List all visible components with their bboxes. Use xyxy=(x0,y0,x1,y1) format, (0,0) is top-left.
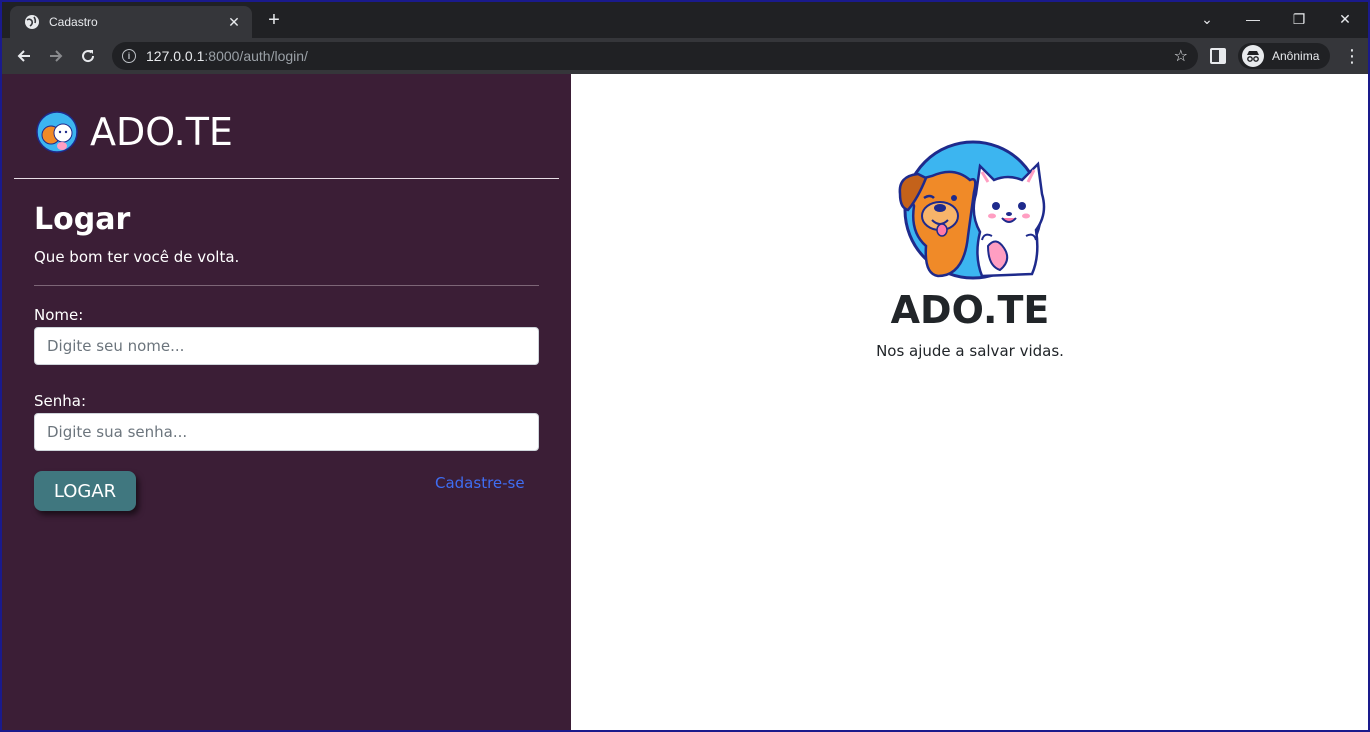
close-window-icon[interactable]: ✕ xyxy=(1322,2,1368,36)
forward-icon[interactable] xyxy=(40,40,72,72)
new-tab-button[interactable]: + xyxy=(262,8,286,32)
name-input[interactable] xyxy=(34,327,539,365)
register-link[interactable]: Cadastre-se xyxy=(435,474,525,492)
browser-tab-bar: Cadastro ✕ + ⌄ — ❐ ✕ xyxy=(2,2,1368,38)
brand-name: ADO.TE xyxy=(90,110,233,154)
restore-icon[interactable]: ❐ xyxy=(1276,2,1322,36)
divider xyxy=(14,178,559,179)
star-icon[interactable]: ☆ xyxy=(1174,46,1188,66)
page-title: Logar xyxy=(34,202,131,237)
browser-tab[interactable]: Cadastro ✕ xyxy=(10,6,252,38)
name-label: Nome: xyxy=(34,306,84,324)
globe-icon xyxy=(24,14,40,30)
brand-logo-icon xyxy=(36,111,78,153)
hero-subtitle: Nos ajude a salvar vidas. xyxy=(876,342,1064,360)
reload-icon[interactable] xyxy=(72,40,104,72)
incognito-icon xyxy=(1242,45,1264,67)
kebab-menu-icon[interactable]: ⋮ xyxy=(1340,44,1364,68)
login-panel: ADO.TE Logar Que bom ter você de volta. … xyxy=(2,74,571,730)
page-viewport: ADO.TE Logar Que bom ter você de volta. … xyxy=(2,74,1368,730)
tab-search-icon[interactable]: ⌄ xyxy=(1184,2,1230,36)
tab-close-icon[interactable]: ✕ xyxy=(226,14,242,31)
tab-title: Cadastro xyxy=(49,15,98,29)
back-icon[interactable] xyxy=(8,40,40,72)
divider xyxy=(34,285,539,286)
browser-toolbar: i 127.0.0.1:8000/auth/login/ ☆ Anônima ⋮ xyxy=(2,38,1368,74)
url-path: :8000/auth/login/ xyxy=(204,48,308,64)
profile-label: Anônima xyxy=(1272,49,1320,63)
hero-title: ADO.TE xyxy=(890,288,1050,332)
address-bar[interactable]: i 127.0.0.1:8000/auth/login/ ☆ xyxy=(112,42,1198,70)
side-panel-icon[interactable] xyxy=(1210,48,1226,64)
info-icon[interactable]: i xyxy=(122,49,136,63)
minimize-icon[interactable]: — xyxy=(1230,2,1276,36)
password-input[interactable] xyxy=(34,413,539,451)
profile-button[interactable]: Anônima xyxy=(1238,43,1330,69)
brand: ADO.TE xyxy=(36,110,233,154)
url-host: 127.0.0.1 xyxy=(146,48,205,64)
password-label: Senha: xyxy=(34,392,87,410)
login-button[interactable]: LOGAR xyxy=(34,471,136,511)
hero-logo-icon xyxy=(898,140,1046,280)
page-subtitle: Que bom ter você de volta. xyxy=(34,248,240,266)
